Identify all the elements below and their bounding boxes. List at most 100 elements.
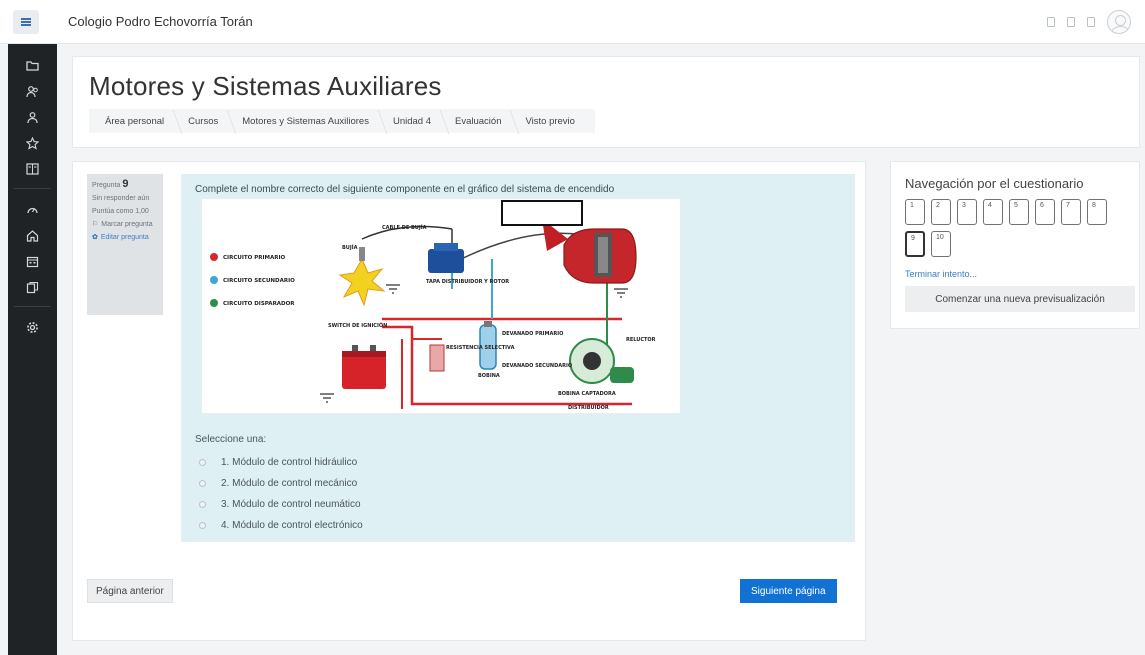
group-icon[interactable] (8, 104, 57, 130)
radio-button[interactable] (199, 459, 206, 466)
notifications-icon[interactable] (1047, 17, 1055, 27)
question-number: Pregunta 9 (92, 178, 158, 190)
menu-toggle-button[interactable] (13, 10, 39, 34)
question-number-value: 9 (122, 178, 129, 190)
breadcrumb-item-evaluacion[interactable]: Evaluación (445, 116, 515, 127)
quiz-nav-button[interactable]: 6 (1035, 199, 1055, 225)
quiz-nav-button[interactable]: 7 (1061, 199, 1081, 225)
quiz-nav-button[interactable]: 3 (957, 199, 977, 225)
breadcrumb: Área personal Cursos Motores y Sistemas … (89, 109, 595, 133)
question-content: Complete el nombre correcto del siguient… (181, 174, 855, 542)
blank-answer-box (501, 200, 583, 226)
breadcrumb-item-visto-previo[interactable]: Visto previo (515, 116, 588, 127)
battery-icon (342, 345, 386, 389)
question-label: Pregunta (92, 182, 121, 189)
quiz-nav-button[interactable]: 2 (931, 199, 951, 225)
gear-icon: ✿ (92, 234, 98, 241)
finish-attempt-link[interactable]: Terminar intento... (905, 269, 977, 279)
site-name-link[interactable]: Cologio Podro Echovorría Torán (68, 14, 253, 29)
legend-secondary-dot (210, 276, 218, 284)
left-sidebar (8, 44, 57, 655)
start-new-preview-button[interactable]: Comenzar una nueva previsualización (905, 286, 1135, 312)
sidebar-divider (14, 188, 51, 189)
legend-secondary-label: CIRCUITO SECUNDARIO (223, 278, 295, 284)
radio-button[interactable] (199, 522, 206, 529)
select-one-label: Seleccione una: (195, 434, 267, 445)
answer-options: 1. Módulo de control hidráulico 2. Módul… (199, 452, 363, 536)
radio-button[interactable] (199, 480, 206, 487)
answer-option[interactable]: 4. Módulo de control electrónico (199, 515, 363, 536)
diagram-label-bobina: BOBINA (478, 373, 500, 379)
ignition-system-diagram: CIRCUITO PRIMARIO CIRCUITO SECUNDARIO CI… (201, 198, 681, 414)
diagram-label-switch: SWITCH DE IGNICIÓN (328, 322, 387, 329)
next-page-button[interactable]: Siguiente página (740, 579, 837, 603)
sidebar-divider (14, 306, 51, 307)
answer-option-label: 3. Módulo de control neumático (221, 499, 361, 510)
distributor-reluctor-icon (569, 338, 634, 384)
diagram-label-cable: CABLE DE BUJÍA (382, 223, 427, 231)
previous-page-button[interactable]: Página anterior (87, 579, 173, 603)
breadcrumb-item-area-personal[interactable]: Área personal (95, 116, 178, 127)
users-icon[interactable] (8, 78, 57, 104)
quiz-navigation-title: Navegación por el cuestionario (905, 176, 1084, 191)
files-icon[interactable] (8, 274, 57, 300)
question-status: Sin responder aún (92, 195, 150, 202)
diagram-label-tapa: TAPA DISTRIBUIDOR Y ROTOR (426, 279, 509, 285)
answer-option-label: 4. Módulo de control electrónico (221, 520, 363, 531)
breadcrumb-item-cursos[interactable]: Cursos (178, 116, 232, 127)
calendar-icon[interactable] (8, 248, 57, 274)
quiz-nav-button[interactable]: 5 (1009, 199, 1029, 225)
quiz-nav-button[interactable]: 10 (931, 231, 951, 257)
distributor-cap-icon (428, 243, 464, 273)
diagram-label-captadora: BOBINA CAPTADORA (558, 391, 616, 397)
radio-button[interactable] (199, 501, 206, 508)
question-score: Puntúa como 1,00 (92, 208, 149, 215)
star-icon[interactable] (8, 130, 57, 156)
answer-option-label: 1. Módulo de control hidráulico (221, 457, 358, 468)
menu-icon-bar (21, 24, 31, 26)
top-navbar: Cologio Podro Echovorría Torán (0, 0, 1145, 44)
answer-option[interactable]: 2. Módulo de control mecánico (199, 473, 363, 494)
quiz-navigation-block: Navegación por el cuestionario 1 2 3 4 5… (890, 161, 1140, 329)
resistor-icon (429, 344, 445, 372)
legend-primary-dot (210, 253, 218, 261)
user-menu-icon[interactable] (1087, 17, 1095, 27)
question-region: Pregunta 9 Sin responder aún Puntúa como… (72, 161, 866, 641)
quiz-nav-button[interactable]: 1 (905, 199, 925, 225)
menu-icon (21, 18, 31, 20)
book-icon[interactable] (8, 156, 57, 182)
flag-question-link[interactable]: ⚐ Marcar pregunta (92, 220, 158, 229)
settings-icon[interactable] (8, 314, 57, 340)
edit-question-label: Editar pregunta (100, 234, 149, 241)
flag-question-label: Marcar pregunta (101, 221, 153, 228)
legend-trigger-label: CIRCUITO DISPARADOR (223, 301, 295, 307)
breadcrumb-item-unidad[interactable]: Unidad 4 (383, 116, 445, 127)
quiz-nav-button-current[interactable]: 9 (905, 231, 925, 257)
answer-option-label: 2. Módulo de control mecánico (221, 478, 358, 489)
spark-plug-icon (338, 247, 386, 307)
diagram-label-resistencia: RESISTENCIA SELECTIVA (446, 345, 515, 351)
legend-primary-label: CIRCUITO PRIMARIO (223, 255, 286, 261)
user-menu-area (1047, 10, 1131, 34)
question-text: Complete el nombre correcto del siguient… (195, 184, 615, 195)
diagram-label-secundario: DEVANADO SECUNDARIO (502, 363, 572, 369)
page-title: Motores y Sistemas Auxiliares (89, 71, 442, 101)
folder-icon[interactable] (8, 52, 57, 78)
electronic-module-icon (542, 219, 637, 284)
diagram-label-bujia: BUJÍA (342, 243, 358, 251)
question-info-panel: Pregunta 9 Sin responder aún Puntúa como… (87, 174, 163, 315)
avatar[interactable] (1107, 10, 1131, 34)
quiz-nav-button[interactable]: 4 (983, 199, 1003, 225)
breadcrumb-item-course[interactable]: Motores y Sistemas Auxiliores (232, 116, 383, 127)
edit-question-link[interactable]: ✿ Editar pregunta (92, 233, 158, 242)
messages-icon[interactable] (1067, 17, 1075, 27)
home-icon[interactable] (8, 222, 57, 248)
diagram-label-distribuidor: DISTRIBUIDOR (568, 405, 609, 411)
dashboard-icon[interactable] (8, 196, 57, 222)
quiz-nav-button[interactable]: 8 (1087, 199, 1107, 225)
page-header: Motores y Sistemas Auxiliares Área perso… (72, 56, 1140, 148)
answer-option[interactable]: 1. Módulo de control hidráulico (199, 452, 363, 473)
diagram-label-primario: DEVANADO PRIMARIO (502, 331, 563, 337)
answer-option[interactable]: 3. Módulo de control neumático (199, 494, 363, 515)
menu-icon-bar (21, 21, 31, 23)
